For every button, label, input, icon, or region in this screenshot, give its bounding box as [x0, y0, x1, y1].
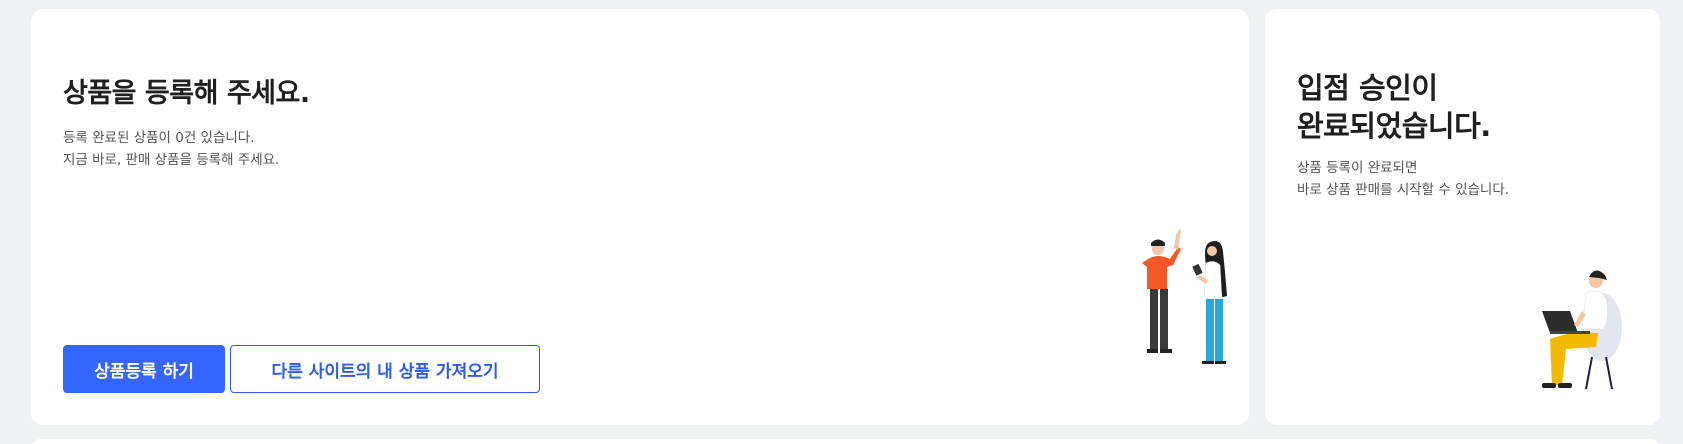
description-line: 바로 상품 판매를 시작할 수 있습니다.: [1297, 182, 1510, 198]
approval-title: 입점 승인이 완료되었습니다.: [1297, 69, 1491, 145]
approval-title-line: 입점 승인이: [1297, 71, 1438, 105]
high-five-people-illustration: [1142, 229, 1227, 364]
bottom-card: [31, 439, 1660, 444]
description-line: 상품 등록이 완료되면: [1297, 160, 1418, 176]
description-line: 등록 완료된 상품이 0건 있습니다.: [63, 130, 255, 146]
approval-description: 상품 등록이 완료되면 바로 상품 판매를 시작할 수 있습니다.: [1297, 157, 1509, 201]
person-with-laptop-illustration: [1542, 270, 1622, 390]
register-product-button[interactable]: 상품등록 하기: [63, 345, 225, 393]
description-line: 지금 바로, 판매 상품을 등록해 주세요.: [63, 152, 280, 168]
import-products-button[interactable]: 다른 사이트의 내 상품 가져오기: [230, 345, 540, 393]
approval-card: 입점 승인이 완료되었습니다. 상품 등록이 완료되면 바로 상품 판매를 시작…: [1265, 9, 1660, 425]
product-registration-title: 상품을 등록해 주세요.: [63, 78, 310, 109]
product-registration-card: 상품을 등록해 주세요. 등록 완료된 상품이 0건 있습니다. 지금 바로, …: [31, 9, 1249, 425]
approval-title-line: 완료되었습니다.: [1297, 109, 1491, 143]
product-registration-description: 등록 완료된 상품이 0건 있습니다. 지금 바로, 판매 상품을 등록해 주세…: [63, 127, 279, 171]
